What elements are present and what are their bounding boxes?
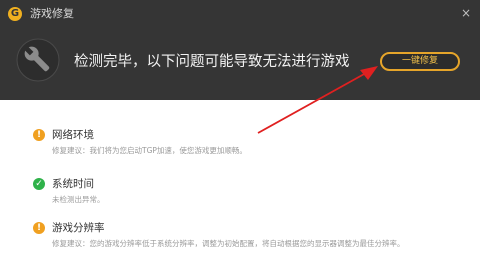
issue-title: 系统时间: [52, 178, 94, 190]
app-logo-icon: G: [8, 7, 22, 21]
close-icon[interactable]: ×: [458, 5, 474, 21]
window-header: G 游戏修复 × 检测完毕，以下问题可能导致无法进行游戏 一键修复: [0, 0, 480, 100]
one-click-fix-button[interactable]: 一键修复: [380, 52, 460, 71]
issue-description: 修复建议：您的游戏分辨率低于系统分辨率，调整为初始配置，将自动根据您的显示器调整…: [52, 239, 405, 248]
warning-icon: !: [33, 222, 45, 234]
warning-icon: !: [33, 129, 45, 141]
wrench-icon: [16, 38, 60, 82]
scan-result-headline: 检测完毕，以下问题可能导致无法进行游戏: [74, 54, 350, 70]
window-title: 游戏修复: [30, 7, 74, 20]
issue-title: 网络环境: [52, 129, 94, 141]
issue-description: 未检测出异常。: [52, 195, 105, 204]
issue-description: 修复建议：我们将为您启动TGP加速，使您游戏更加顺畅。: [52, 146, 247, 155]
check-icon: ✓: [33, 178, 45, 190]
issue-title: 游戏分辨率: [52, 222, 105, 234]
title-bar: G 游戏修复 ×: [0, 0, 480, 28]
